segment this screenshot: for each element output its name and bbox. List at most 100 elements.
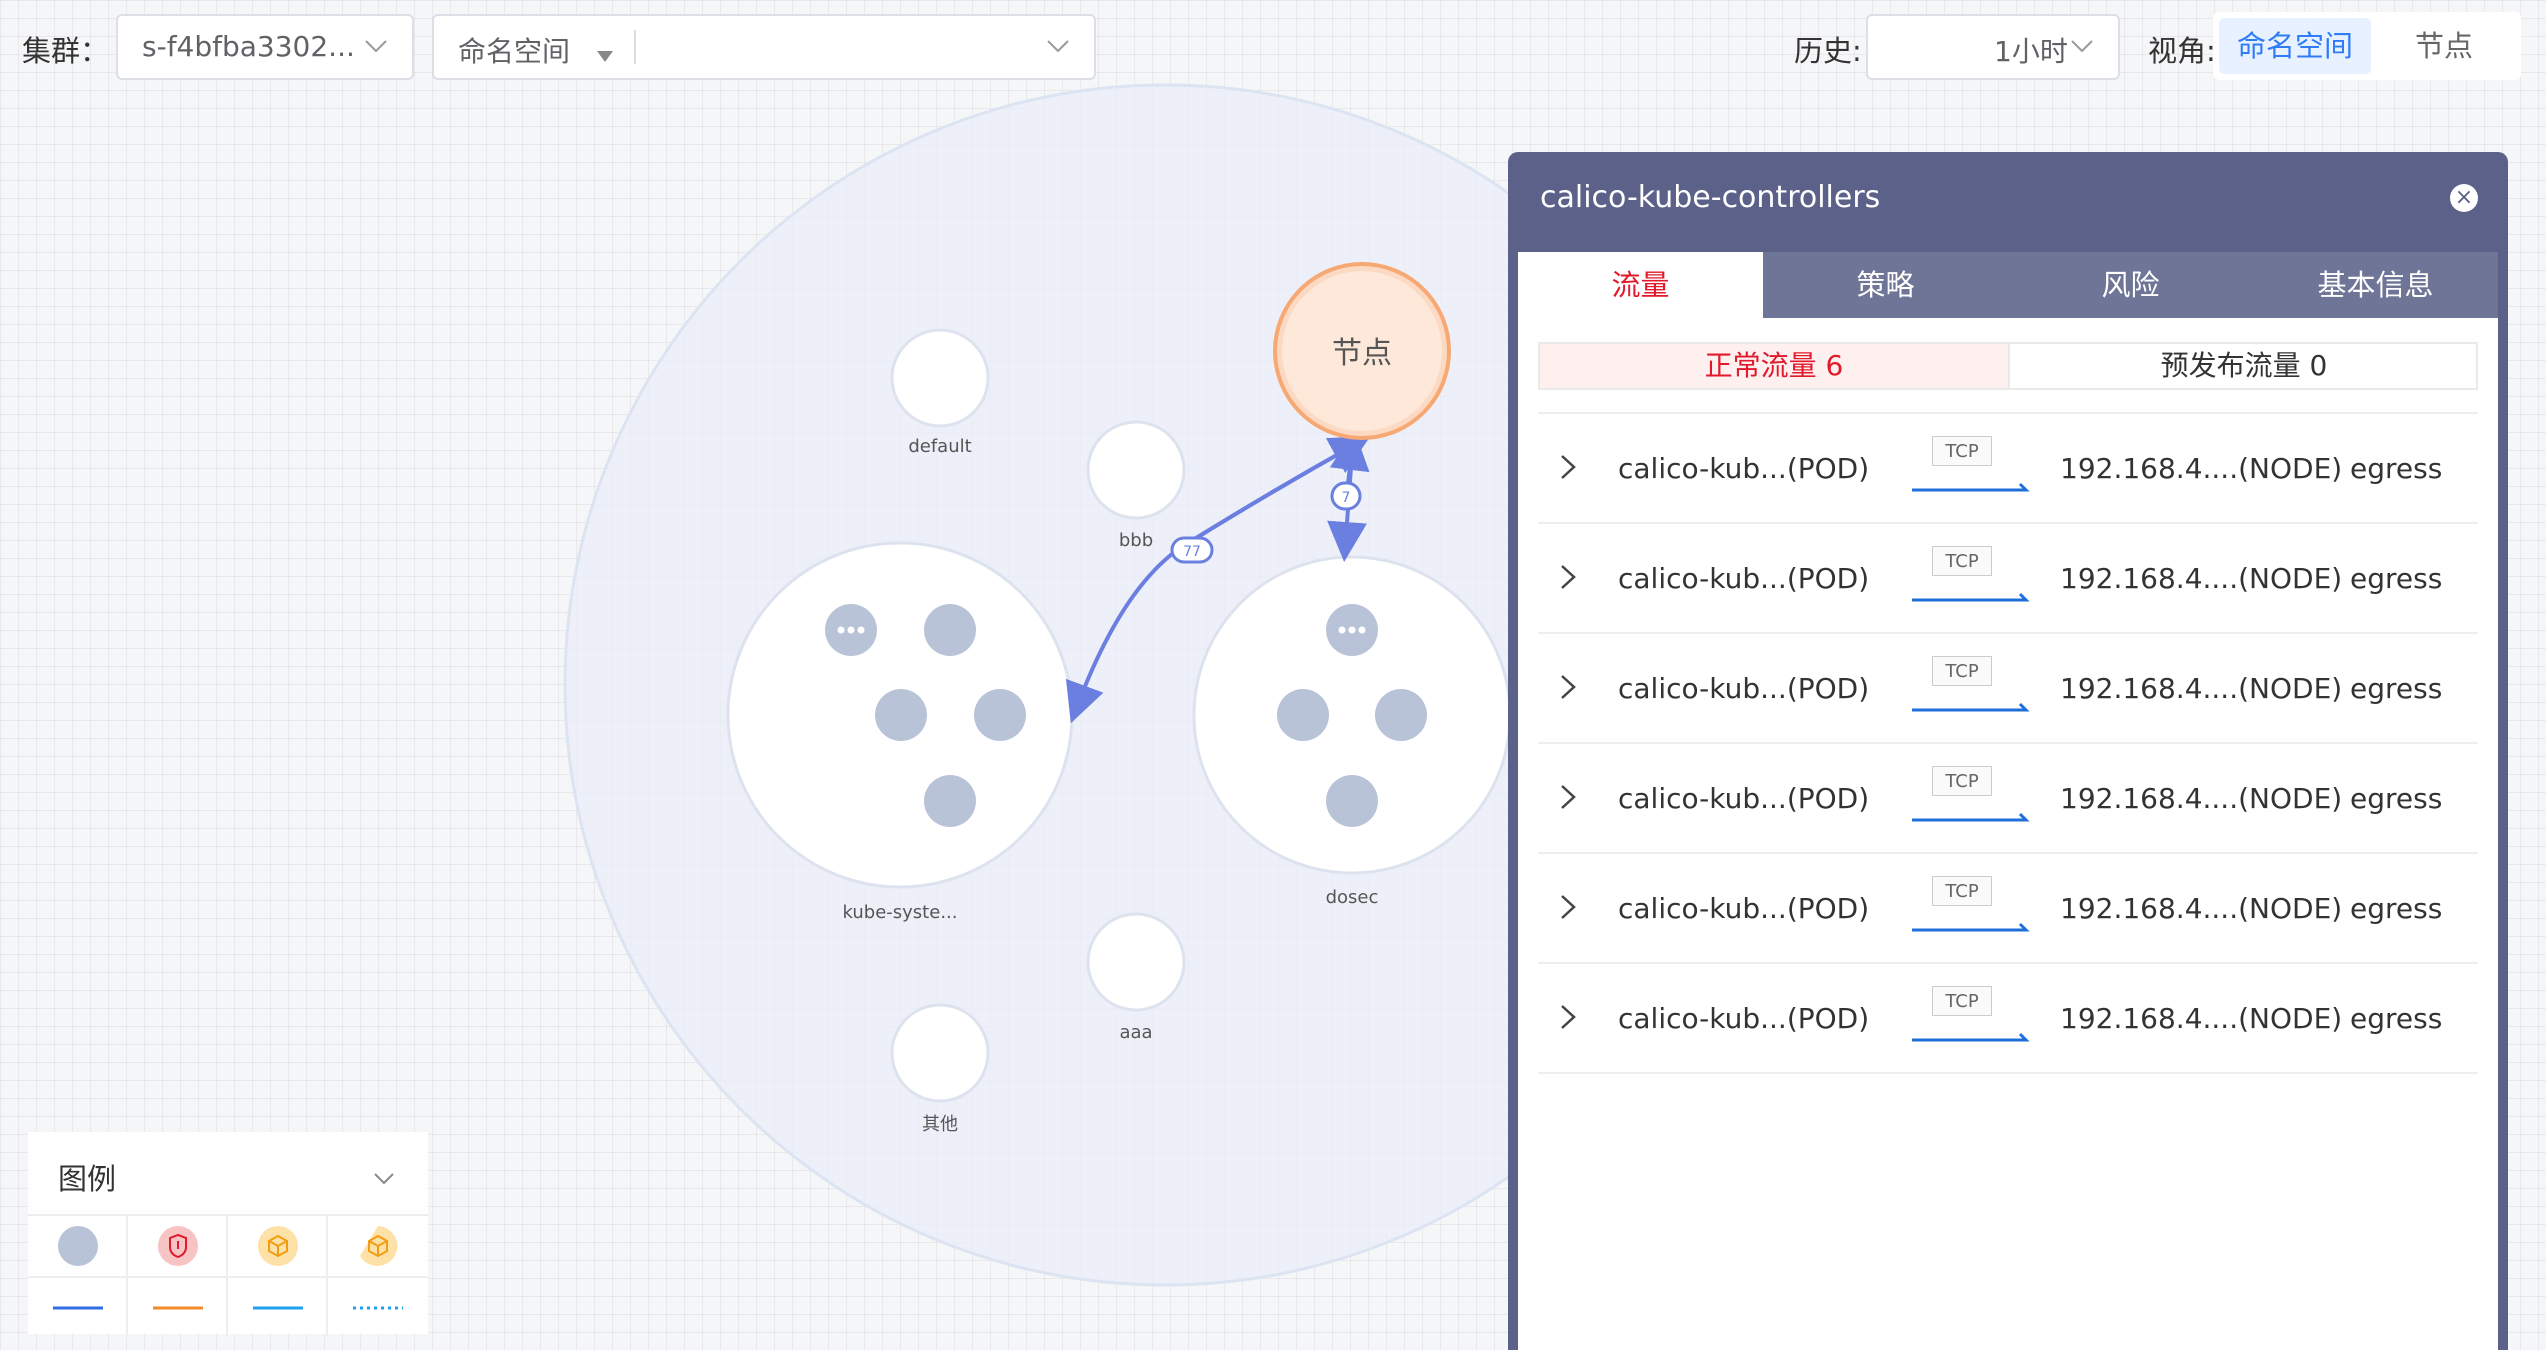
flow-arrow-icon bbox=[1912, 592, 2030, 602]
lightblue-dotted-line bbox=[328, 1276, 428, 1336]
edge-count-badge[interactable]: 77 bbox=[1170, 536, 1214, 564]
protocol-badge: TCP bbox=[1932, 986, 1992, 1016]
namespace-select-divider bbox=[634, 30, 636, 64]
lightblue-solid-line bbox=[228, 1276, 328, 1336]
tab-traffic[interactable]: 流量 bbox=[1518, 252, 1763, 318]
view-label: 视角: bbox=[2148, 34, 2216, 68]
caret-down-icon bbox=[596, 38, 614, 62]
flow-arrow-icon bbox=[1912, 702, 2030, 712]
flow-direction: egress bbox=[2350, 892, 2443, 925]
namespace-label-bbb: bbb bbox=[1119, 530, 1153, 551]
pod-icon[interactable] bbox=[974, 689, 1026, 741]
flow-destination: 192.168.4....(NODE) bbox=[2060, 672, 2343, 705]
protocol-badge: TCP bbox=[1932, 546, 1992, 576]
chevron-down-icon bbox=[1042, 30, 1074, 62]
flow-row[interactable]: calico-kub...(POD) TCP 192.168.4....(NOD… bbox=[1538, 964, 2478, 1074]
flow-source: calico-kub...(POD) bbox=[1618, 672, 1870, 705]
edge-count-dosec: 7 bbox=[1342, 490, 1351, 506]
pod-icon bbox=[28, 1216, 128, 1276]
chevron-right-icon[interactable] bbox=[1556, 672, 1580, 702]
traffic-subtabs: 正常流量 6 预发布流量 0 bbox=[1538, 342, 2478, 390]
protocol-badge: TCP bbox=[1932, 766, 1992, 796]
namespace-label-aaa: aaa bbox=[1119, 1022, 1152, 1043]
flow-arrow-icon bbox=[1912, 1032, 2030, 1042]
legend-title: 图例 bbox=[58, 1162, 117, 1196]
flow-source: calico-kub...(POD) bbox=[1618, 782, 1870, 815]
tab-basic-info[interactable]: 基本信息 bbox=[2253, 252, 2498, 318]
flow-row[interactable]: calico-kub...(POD) TCP 192.168.4....(NOD… bbox=[1538, 744, 2478, 854]
panel-tabs: 流量 策略 风险 基本信息 bbox=[1518, 252, 2498, 318]
flow-row[interactable]: calico-kub...(POD) TCP 192.168.4....(NOD… bbox=[1538, 854, 2478, 964]
flow-arrow-icon bbox=[1912, 812, 2030, 822]
namespace-label-default: default bbox=[908, 436, 971, 457]
view-toggle: 命名空间 节点 bbox=[2213, 12, 2521, 80]
detail-panel: calico-kube-controllers × 流量 策略 风险 基本信息 … bbox=[1508, 152, 2508, 1350]
chevron-right-icon[interactable] bbox=[1556, 452, 1580, 482]
workload-cube-partial-icon bbox=[328, 1216, 428, 1276]
host-node[interactable]: 节点 bbox=[1273, 262, 1451, 440]
pod-icon[interactable] bbox=[1277, 689, 1329, 741]
flow-arrow-icon bbox=[1912, 922, 2030, 932]
flow-source: calico-kub...(POD) bbox=[1618, 452, 1870, 485]
flow-row[interactable]: calico-kub...(POD) TCP 192.168.4....(NOD… bbox=[1538, 414, 2478, 524]
host-node-label: 节点 bbox=[1332, 336, 1392, 371]
pod-icon[interactable] bbox=[924, 775, 976, 827]
flow-destination: 192.168.4....(NODE) bbox=[2060, 562, 2343, 595]
flow-direction: egress bbox=[2350, 452, 2443, 485]
flow-direction: egress bbox=[2350, 562, 2443, 595]
history-select[interactable]: 1小时 bbox=[1866, 14, 2120, 80]
chevron-down-icon bbox=[360, 30, 392, 62]
panel-body: 流量 策略 风险 基本信息 正常流量 6 预发布流量 0 calico-kub.… bbox=[1518, 252, 2498, 1350]
namespace-label-kube-system: kube-syste... bbox=[843, 902, 958, 923]
flow-direction: egress bbox=[2350, 782, 2443, 815]
pod-icon[interactable] bbox=[1375, 689, 1427, 741]
cluster-select-value: s-f4bfba3302... bbox=[142, 30, 355, 63]
flow-arrow-icon bbox=[1912, 482, 2030, 492]
pod-icon[interactable] bbox=[924, 604, 976, 656]
namespace-select-placeholder: 命名空间 bbox=[458, 35, 571, 68]
protocol-badge: TCP bbox=[1932, 876, 1992, 906]
flow-destination: 192.168.4....(NODE) bbox=[2060, 892, 2343, 925]
subtab-normal-traffic[interactable]: 正常流量 6 bbox=[1540, 344, 2008, 388]
namespace-select[interactable]: 命名空间 bbox=[432, 14, 1096, 80]
close-icon[interactable]: × bbox=[2450, 184, 2478, 212]
legend-panel: 图例 bbox=[28, 1132, 428, 1336]
flow-destination: 192.168.4....(NODE) bbox=[2060, 782, 2343, 815]
protocol-badge: TCP bbox=[1932, 436, 1992, 466]
view-option-namespace[interactable]: 命名空间 bbox=[2219, 18, 2371, 74]
tab-risk[interactable]: 风险 bbox=[2008, 252, 2253, 318]
pod-more-icon[interactable] bbox=[825, 604, 877, 656]
flow-destination: 192.168.4....(NODE) bbox=[2060, 452, 2343, 485]
tab-policy[interactable]: 策略 bbox=[1763, 252, 2008, 318]
chevron-right-icon[interactable] bbox=[1556, 562, 1580, 592]
edge-count-badge[interactable]: 7 bbox=[1330, 481, 1362, 511]
legend-grid bbox=[28, 1214, 428, 1336]
flow-source: calico-kub...(POD) bbox=[1618, 562, 1870, 595]
namespace-label-dosec: dosec bbox=[1326, 887, 1379, 908]
flow-row[interactable]: calico-kub...(POD) TCP 192.168.4....(NOD… bbox=[1538, 634, 2478, 744]
pod-more-icon[interactable] bbox=[1326, 604, 1378, 656]
blue-solid-line bbox=[28, 1276, 128, 1336]
flow-list: calico-kub...(POD) TCP 192.168.4....(NOD… bbox=[1538, 412, 2478, 1074]
risk-shield-icon bbox=[128, 1216, 228, 1276]
history-select-value: 1小时 bbox=[1994, 35, 2068, 68]
subtab-prerelease-traffic[interactable]: 预发布流量 0 bbox=[2008, 344, 2478, 388]
protocol-badge: TCP bbox=[1932, 656, 1992, 686]
flow-row[interactable]: calico-kub...(POD) TCP 192.168.4....(NOD… bbox=[1538, 524, 2478, 634]
panel-title: calico-kube-controllers bbox=[1540, 180, 1881, 215]
chevron-right-icon[interactable] bbox=[1556, 1002, 1580, 1032]
chevron-down-icon[interactable] bbox=[370, 1164, 398, 1192]
flow-destination: 192.168.4....(NODE) bbox=[2060, 1002, 2343, 1035]
chevron-right-icon[interactable] bbox=[1556, 782, 1580, 812]
view-option-node[interactable]: 节点 bbox=[2373, 18, 2515, 74]
cluster-select[interactable]: s-f4bfba3302... bbox=[116, 14, 414, 80]
flow-direction: egress bbox=[2350, 1002, 2443, 1035]
chevron-right-icon[interactable] bbox=[1556, 892, 1580, 922]
history-label: 历史: bbox=[1794, 34, 1862, 68]
chevron-down-icon bbox=[2066, 30, 2098, 62]
pod-icon[interactable] bbox=[875, 689, 927, 741]
flow-direction: egress bbox=[2350, 672, 2443, 705]
pod-icon[interactable] bbox=[1326, 775, 1378, 827]
flow-source: calico-kub...(POD) bbox=[1618, 892, 1870, 925]
cluster-label: 集群： bbox=[22, 34, 110, 68]
